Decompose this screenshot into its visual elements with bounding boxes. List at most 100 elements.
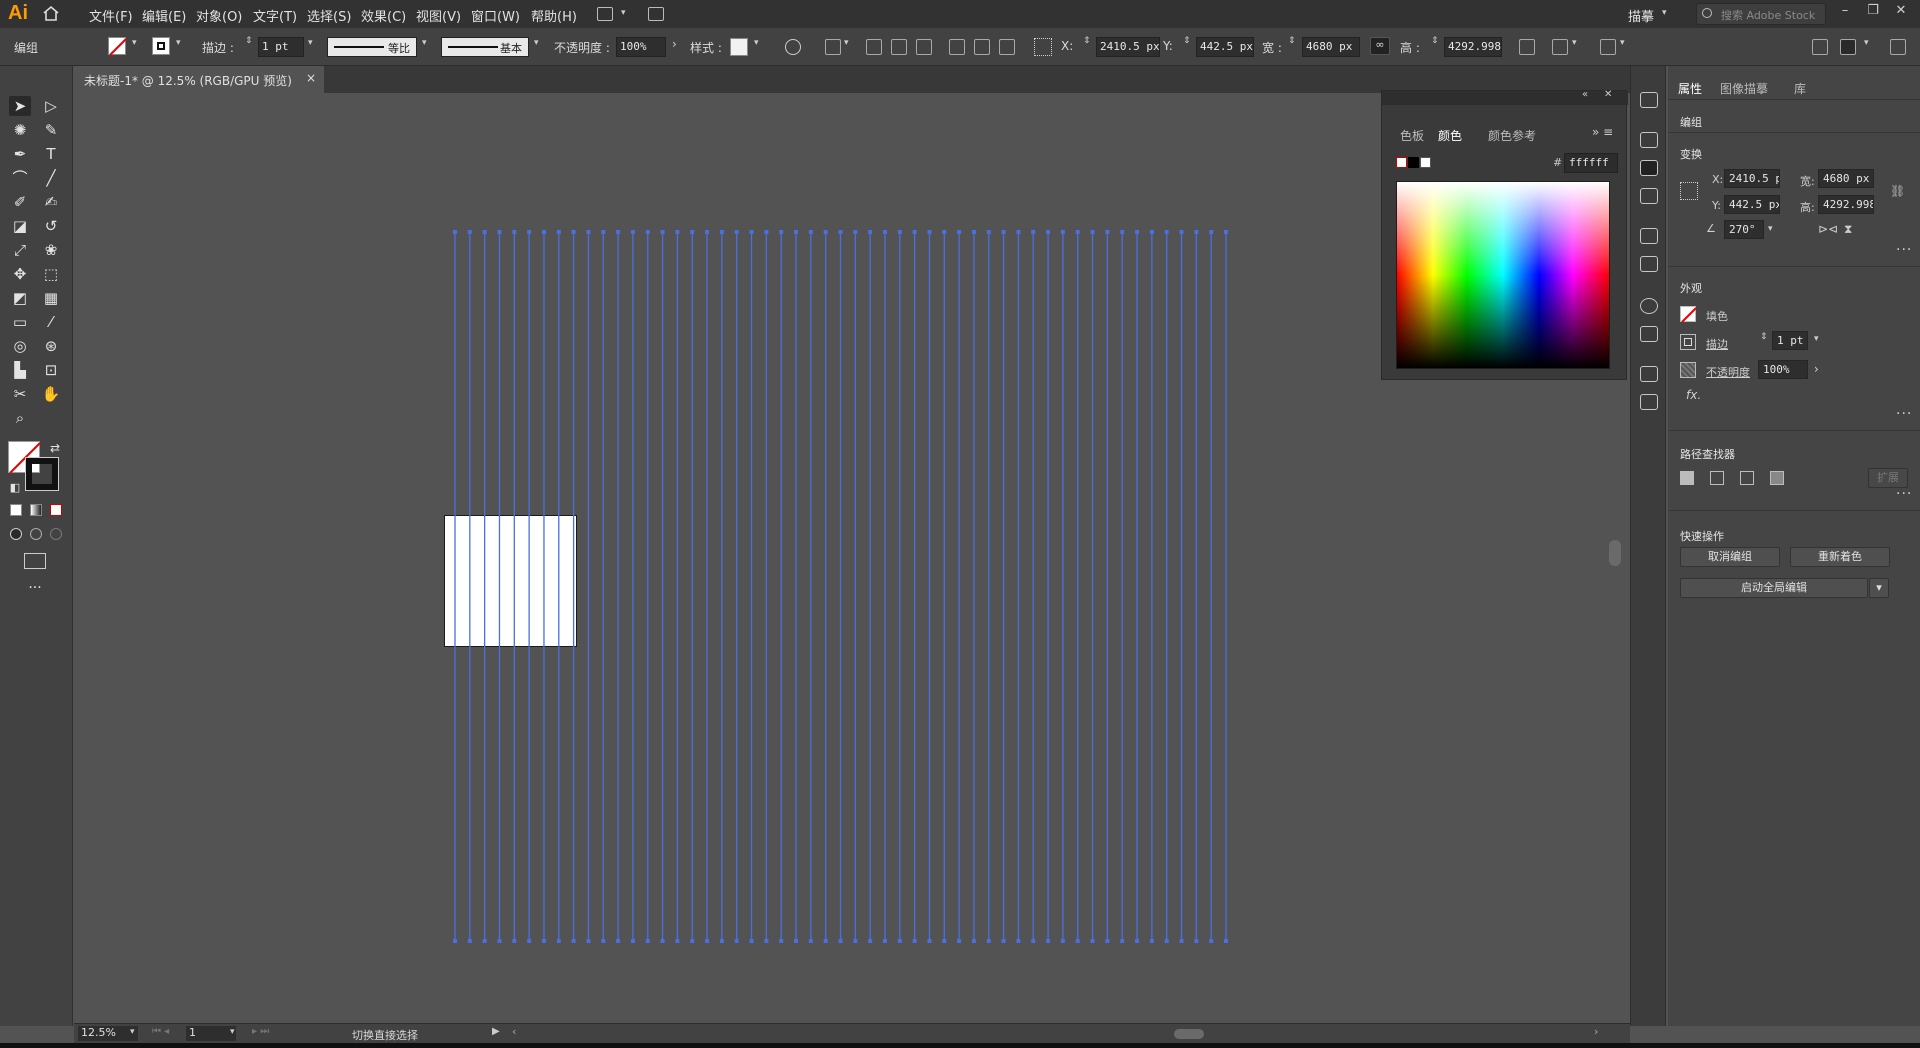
anchor-point[interactable] [705, 939, 710, 943]
anchor-point[interactable] [586, 939, 591, 943]
y-field[interactable]: 442.5 px [1724, 195, 1780, 214]
anchor-point[interactable] [719, 230, 724, 234]
height-field[interactable]: 4292.998 [1444, 37, 1502, 57]
tab-libraries[interactable]: 库 [1794, 80, 1806, 97]
eyedropper-tool-icon[interactable]: ⁄ [40, 312, 62, 332]
stroke-swatch[interactable] [152, 37, 170, 55]
anchor-point[interactable] [912, 230, 917, 234]
anchor-point[interactable] [527, 939, 532, 943]
chevron-down-icon[interactable]: ▾ [844, 38, 849, 48]
anchor-point[interactable] [808, 939, 813, 943]
anchor-point[interactable] [1105, 939, 1110, 943]
reference-point-icon[interactable] [1034, 38, 1052, 56]
menu-window[interactable]: 窗口(W) [471, 6, 520, 25]
anchor-point[interactable] [482, 230, 487, 234]
fill-label[interactable]: 填色 [1706, 308, 1728, 324]
graphic-style-swatch[interactable] [730, 38, 748, 56]
align-left-icon[interactable] [866, 39, 882, 55]
anchor-point[interactable] [1135, 939, 1140, 943]
magic-wand-tool-icon[interactable]: ✺ [9, 120, 31, 140]
anchor-point[interactable] [512, 939, 517, 943]
anchor-point[interactable] [942, 230, 947, 234]
opacity-field[interactable]: 100% [1758, 360, 1808, 379]
anchor-point[interactable] [764, 939, 769, 943]
anchor-point[interactable] [1194, 939, 1199, 943]
stroke-weight-field[interactable]: 1 pt [258, 37, 304, 57]
anchor-point[interactable] [467, 939, 472, 943]
chevron-down-icon[interactable]: ▾ [621, 8, 626, 18]
anchor-point[interactable] [1209, 939, 1214, 943]
close-window-button[interactable]: ✕ [1890, 3, 1912, 21]
anchor-point[interactable] [1120, 939, 1125, 943]
column-graph-tool-icon[interactable]: ▙ [9, 360, 31, 380]
anchor-point[interactable] [645, 939, 650, 943]
anchor-point[interactable] [1224, 939, 1228, 943]
fill-swatch[interactable] [1680, 306, 1697, 323]
anchor-point[interactable] [882, 939, 887, 943]
x-field[interactable]: 2410.5 px [1096, 37, 1160, 57]
vertical-scrollbar-thumb[interactable] [1609, 540, 1621, 566]
constrain-proportions-icon[interactable]: ⛓ [1890, 184, 1905, 198]
unite-icon[interactable] [1680, 471, 1694, 485]
anchor-point[interactable] [1046, 230, 1051, 234]
menu-type[interactable]: 文字(T) [253, 6, 297, 25]
anchor-point[interactable] [971, 939, 976, 943]
color-spectrum[interactable] [1396, 181, 1610, 369]
zoom-level-field[interactable]: 12.5% [78, 1026, 138, 1041]
anchor-point[interactable] [868, 230, 873, 234]
anchor-point[interactable] [1046, 939, 1051, 943]
anchor-point[interactable] [1179, 939, 1184, 943]
chevron-down-icon[interactable]: ▾ [1620, 38, 1625, 48]
libraries-icon[interactable] [1640, 326, 1658, 342]
minus-front-icon[interactable] [1710, 471, 1724, 485]
chevron-right-icon[interactable]: › [672, 37, 677, 51]
stepper-icon[interactable]: ⇕ [1183, 36, 1191, 46]
anchor-point[interactable] [1120, 230, 1125, 234]
chevron-right-icon[interactable]: › [1814, 362, 1819, 376]
anchor-point[interactable] [601, 939, 606, 943]
anchor-point[interactable] [927, 230, 932, 234]
tab-color[interactable]: 颜色 [1438, 127, 1462, 144]
edit-toolbar-icon[interactable]: ··· [24, 578, 46, 598]
align-bottom-icon[interactable] [999, 39, 1015, 55]
close-tab-button[interactable]: × [306, 71, 316, 85]
menu-edit[interactable]: 编辑(E) [142, 6, 186, 25]
stepper-icon[interactable]: ⇕ [1431, 36, 1439, 46]
curvature-tool-icon[interactable]: ⌒ [9, 168, 31, 188]
white-swatch[interactable] [1420, 157, 1431, 168]
anchor-point[interactable] [823, 939, 828, 943]
symbol-sprayer-tool-icon[interactable]: ⊛ [40, 336, 62, 356]
anchor-point[interactable] [1164, 230, 1169, 234]
menu-effect[interactable]: 效果(C) [361, 6, 406, 25]
anchor-point[interactable] [1090, 230, 1095, 234]
anchor-point[interactable] [868, 939, 873, 943]
asset-export-icon[interactable] [1640, 256, 1658, 272]
scroll-left-icon[interactable]: ‹ [512, 1025, 516, 1038]
gradient-panel-icon[interactable] [1640, 188, 1658, 204]
fill-swatch[interactable] [108, 37, 127, 56]
stroke-label[interactable]: 描边 [1706, 336, 1728, 352]
line-tool-icon[interactable]: ╱ [40, 168, 62, 188]
anchor-point[interactable] [1001, 230, 1006, 234]
ungroup-button[interactable]: 取消编组 [1680, 547, 1780, 567]
anchor-point[interactable] [675, 939, 680, 943]
chevron-down-icon[interactable]: ▾ [1814, 334, 1819, 344]
global-edit-options-button[interactable]: ▾ [1869, 578, 1889, 598]
anchor-point[interactable] [897, 230, 902, 234]
chevron-down-icon[interactable]: ▾ [176, 38, 181, 48]
anchor-point[interactable] [675, 230, 680, 234]
anchor-point[interactable] [630, 939, 635, 943]
anchor-point[interactable] [1031, 939, 1036, 943]
align-right-icon[interactable] [916, 39, 932, 55]
opacity-label[interactable]: 不透明度 : [554, 39, 610, 56]
anchor-point[interactable] [838, 939, 843, 943]
horizontal-scrollbar-thumb[interactable] [1174, 1029, 1204, 1039]
anchor-point[interactable] [541, 939, 546, 943]
anchor-point[interactable] [1075, 939, 1080, 943]
anchor-point[interactable] [467, 230, 472, 234]
isolate-group-icon[interactable] [1519, 39, 1535, 55]
stroke-weight-field[interactable]: 1 pt [1772, 331, 1808, 350]
tab-swatches[interactable]: 色板 [1400, 127, 1424, 144]
hex-field[interactable]: ffffff [1564, 153, 1618, 173]
stroke-swatch[interactable] [1680, 334, 1696, 350]
